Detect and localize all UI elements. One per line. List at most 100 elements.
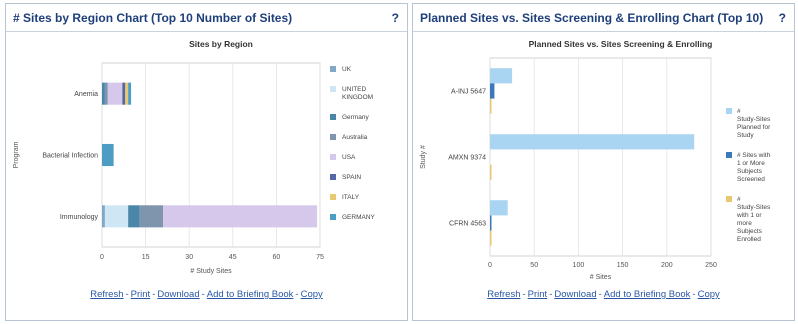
x-axis-label: # Sites — [590, 274, 612, 281]
bar-germany-immunology — [128, 205, 140, 228]
bar-study-sites-with-1-or-more-subjects-enrolled-cfrn-4563 — [490, 230, 492, 246]
bar-united-kingdom-immunology — [104, 205, 129, 228]
legend-swatch-germany — [330, 214, 336, 220]
x-tick-label: 50 — [530, 262, 538, 269]
refresh-link[interactable]: Refresh — [90, 289, 123, 300]
legend-swatch-spain — [330, 174, 336, 180]
bar-study-sites-planned-for-study-a-inj-5647 — [490, 68, 513, 84]
bar-usa-anemia — [107, 82, 123, 105]
legend-label: SPAIN — [342, 174, 361, 181]
legend-label: Subjects — [737, 228, 763, 235]
help-icon[interactable]: ? — [392, 11, 399, 25]
legend-label: ITALY — [342, 194, 360, 201]
refresh-link[interactable]: Refresh — [487, 289, 520, 300]
planned-vs-screening-svg: Planned Sites vs. Sites Screening & Enro… — [420, 39, 771, 281]
x-tick-label: 45 — [229, 254, 237, 261]
x-tick-label: 15 — [142, 254, 150, 261]
sites-by-region-svg: Sites by Region 0 15 30 45 60 75 # Study Sites P… — [13, 39, 376, 275]
panel-header: # Sites by Region Chart (Top 10 Number o… — [6, 4, 407, 32]
legend-label: with 1 or — [736, 212, 762, 219]
x-tick-label: 150 — [617, 262, 629, 269]
print-link[interactable]: Print — [131, 289, 151, 300]
y-axis-label: Program — [13, 141, 20, 168]
planned-vs-screening-chart: Planned Sites vs. Sites Screening & Enro… — [413, 33, 794, 283]
x-tick-label: 30 — [185, 254, 193, 261]
x-tick-label: 200 — [661, 262, 673, 269]
bar-germany-bacterial-infection — [102, 143, 114, 167]
legend-label: # Sites with — [737, 152, 771, 159]
legend-swatch-germany — [330, 114, 336, 120]
x-tick-label: 100 — [573, 262, 585, 269]
bar-study-sites-with-1-or-more-subjects-enrolled-amxn-9374 — [490, 164, 492, 180]
add-to-briefing-book-link[interactable]: Add to Briefing Book — [207, 289, 294, 300]
y-axis-label: Study # — [420, 145, 427, 169]
download-link[interactable]: Download — [554, 289, 596, 300]
print-link[interactable]: Print — [528, 289, 548, 300]
y-tick-label: Anemia — [74, 91, 98, 98]
x-tick-label: 0 — [100, 254, 104, 261]
legend-label: Screened — [737, 176, 765, 183]
bar-australia-anemia — [104, 82, 108, 105]
copy-link[interactable]: Copy — [301, 289, 323, 300]
legend-label: Australia — [342, 134, 368, 141]
bar-italy-anemia — [125, 82, 129, 105]
legend-label: more — [737, 220, 752, 227]
download-link[interactable]: Download — [157, 289, 199, 300]
legend-swatch-usa — [330, 154, 336, 160]
legend-label: Enrolled — [737, 236, 761, 243]
add-to-briefing-book-link[interactable]: Add to Briefing Book — [604, 289, 691, 300]
x-tick-label: 250 — [705, 262, 717, 269]
bar-uk-immunology — [102, 205, 105, 228]
help-icon[interactable]: ? — [779, 11, 786, 25]
legend-label: Study-Sites — [737, 204, 771, 211]
bar-germany-anemia — [128, 82, 132, 105]
legend-label: UK — [342, 66, 352, 73]
legend-swatch-australia — [330, 134, 336, 140]
panel-footer: Refresh - Print - Download - Add to Briefing B… — [487, 289, 720, 300]
legend-swatch-uk — [330, 66, 336, 72]
chart-title: Planned Sites vs. Sites Screening & Enro… — [529, 39, 713, 49]
plot-frame — [489, 57, 712, 257]
legend-label: # — [737, 196, 741, 203]
legend-label: Planned for — [737, 124, 771, 131]
bar-spain-anemia — [122, 82, 126, 105]
legend-swatch-study-sites-with-1-or-more-subjects-enrolled — [726, 196, 732, 202]
bar-study-sites-planned-for-study-cfrn-4563 — [490, 200, 508, 216]
bar-usa-immunology — [163, 205, 318, 228]
y-tick-label: CFRN 4563 — [449, 221, 486, 228]
legend-swatch-united-kingdom — [330, 86, 336, 92]
legend-label: # — [737, 108, 741, 115]
panel-title: # Sites by Region Chart (Top 10 Number o… — [13, 10, 293, 25]
legend-swatch-italy — [330, 194, 336, 200]
panel-header: Planned Sites vs. Sites Screening & Enro… — [413, 4, 794, 32]
legend-label: Germany — [342, 114, 369, 121]
x-tick-label: 60 — [273, 254, 281, 261]
legend-label: KINGDOM — [342, 94, 373, 101]
y-tick-label: AMXN 9374 — [448, 155, 486, 162]
y-tick-label: Immunology — [60, 214, 99, 221]
bar-sites-with-1-or-more-subjects-screened-a-inj-5647 — [490, 83, 495, 99]
x-tick-label: 0 — [488, 262, 492, 269]
legend-label: GERMANY — [342, 214, 376, 221]
legend-swatch-sites-with-1-or-more-subjects-screened — [726, 152, 732, 158]
legend-label: Subjects — [737, 168, 763, 175]
planned-vs-screening-panel: Planned Sites vs. Sites Screening & Enro… — [412, 3, 795, 321]
y-tick-label: A-INJ 5647 — [451, 89, 486, 96]
bar-sites-with-1-or-more-subjects-screened-cfrn-4563 — [490, 215, 492, 231]
legend-label: 1 or More — [737, 160, 765, 167]
legend-swatch-study-sites-planned-for-study — [726, 108, 732, 114]
y-tick-label: Bacterial Infection — [42, 153, 98, 160]
copy-link[interactable]: Copy — [698, 289, 720, 300]
bar-study-sites-with-1-or-more-subjects-enrolled-a-inj-5647 — [490, 98, 492, 114]
bar-australia-immunology — [139, 205, 164, 228]
sites-by-region-chart: Sites by Region 0 15 30 45 60 75 # Study Sites P… — [6, 33, 407, 283]
panel-title: Planned Sites vs. Sites Screening & Enro… — [420, 10, 764, 25]
x-tick-label: 75 — [316, 254, 324, 261]
bar-study-sites-planned-for-study-amxn-9374 — [490, 134, 695, 150]
sites-by-region-panel: # Sites by Region Chart (Top 10 Number o… — [5, 3, 408, 321]
bar-germany-anemia — [102, 82, 105, 105]
legend-label: UNITED — [342, 86, 367, 93]
legend-label: USA — [342, 154, 356, 161]
x-axis-label: # Study Sites — [190, 268, 232, 275]
legend-label: Study — [737, 132, 754, 139]
